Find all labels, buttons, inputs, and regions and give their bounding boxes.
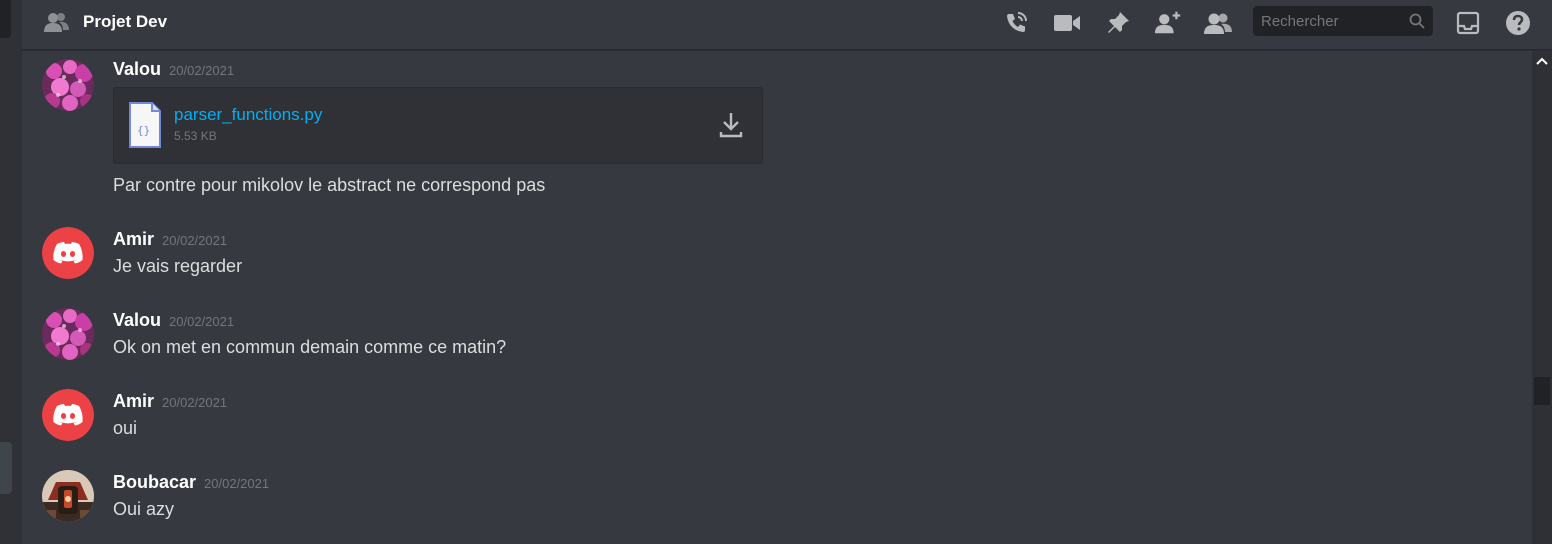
members-icon[interactable]: [1204, 10, 1232, 36]
avatar[interactable]: [42, 227, 94, 279]
message-content: Je vais regarder: [113, 256, 243, 276]
message: Amir 20/02/2021 oui: [22, 383, 1522, 443]
author-name[interactable]: Valou: [113, 59, 161, 79]
message-timestamp: 20/02/2021: [169, 63, 235, 78]
message-author[interactable]: Valou 20/02/2021: [113, 59, 234, 80]
voice-call-icon[interactable]: [1002, 10, 1030, 36]
message: Valou 20/02/2021 {} parser_functions.py 5…: [22, 51, 1522, 201]
message-author[interactable]: Amir 20/02/2021: [113, 391, 227, 412]
message-list: Valou 20/02/2021 {} parser_functions.py 5…: [22, 51, 1532, 544]
svg-text:{}: {}: [137, 124, 150, 137]
avatar[interactable]: [42, 308, 94, 360]
message-author[interactable]: Valou 20/02/2021: [113, 310, 234, 331]
author-name[interactable]: Amir: [113, 229, 154, 249]
sidebar-edge-selected[interactable]: [0, 442, 12, 494]
author-name[interactable]: Valou: [113, 310, 161, 330]
message-author[interactable]: Amir 20/02/2021: [113, 229, 227, 250]
search-input[interactable]: [1253, 12, 1398, 30]
message-timestamp: 20/02/2021: [169, 314, 235, 329]
message-content: Par contre pour mikolov le abstract ne c…: [113, 175, 546, 195]
avatar[interactable]: [42, 470, 94, 522]
message-content: Oui azy: [113, 499, 175, 519]
attachment-filename[interactable]: parser_functions.py: [174, 105, 322, 125]
message-timestamp: 20/02/2021: [204, 476, 270, 491]
file-attachment: {} parser_functions.py 5.53 KB: [113, 87, 763, 164]
code-file-icon: {}: [128, 101, 162, 149]
avatar[interactable]: [42, 389, 94, 441]
page-title: Projet Dev: [83, 12, 168, 31]
message: Valou 20/02/2021 Ok on met en commun dema…: [22, 302, 1522, 362]
group-dm-icon: [44, 11, 70, 33]
sidebar-edge-top: [0, 0, 11, 38]
search-icon[interactable]: [1409, 13, 1425, 29]
message: Amir 20/02/2021 Je vais regarder: [22, 221, 1522, 281]
message-author[interactable]: Boubacar 20/02/2021: [113, 472, 269, 493]
message-timestamp: 20/02/2021: [162, 233, 228, 248]
pin-icon[interactable]: [1104, 10, 1132, 36]
inbox-icon[interactable]: [1454, 10, 1482, 36]
attachment-size: 5.53 KB: [174, 129, 217, 143]
message-content: oui: [113, 418, 138, 438]
avatar[interactable]: [42, 59, 94, 111]
author-name[interactable]: Amir: [113, 391, 154, 411]
author-name[interactable]: Boubacar: [113, 472, 196, 492]
scrollbar[interactable]: [1532, 51, 1552, 544]
add-friend-icon[interactable]: [1154, 10, 1182, 36]
message-timestamp: 20/02/2021: [162, 395, 228, 410]
channel-header: Projet Dev: [22, 0, 1552, 50]
download-icon[interactable]: [718, 110, 744, 140]
video-call-icon[interactable]: [1053, 10, 1081, 36]
scrollbar-thumb[interactable]: [1534, 377, 1550, 405]
server-sidebar-edge: [0, 0, 22, 544]
message-content: Ok on met en commun demain comme ce mati…: [113, 337, 507, 357]
scroll-up-arrow-icon[interactable]: [1536, 55, 1548, 67]
search-bar[interactable]: [1253, 6, 1433, 36]
help-icon[interactable]: [1504, 10, 1532, 36]
message: Boubacar 20/02/2021 Oui azy: [22, 464, 1522, 524]
